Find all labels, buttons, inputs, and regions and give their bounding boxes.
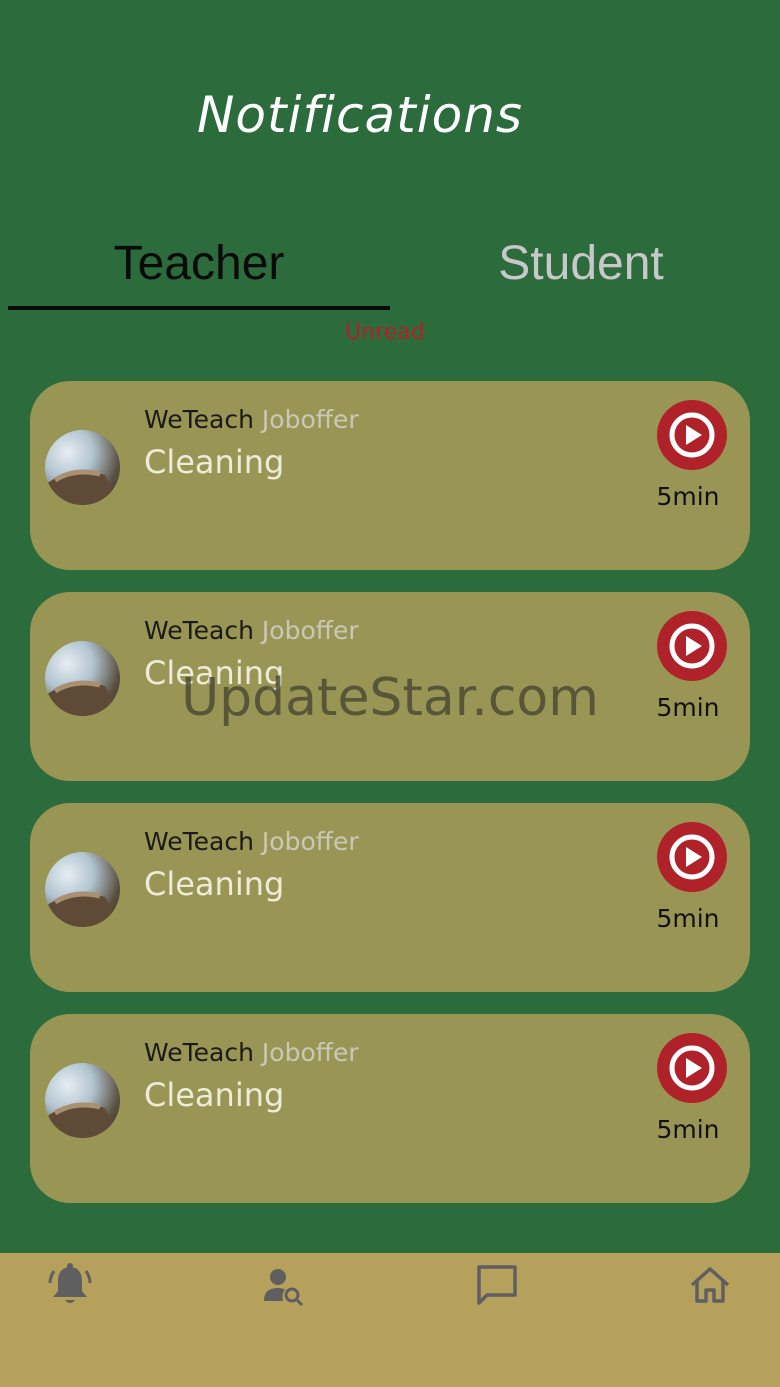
notification-time: 5min bbox=[656, 1115, 720, 1144]
notification-type: Joboffer bbox=[261, 827, 359, 856]
avatar bbox=[45, 1063, 120, 1138]
page-title: Notifications bbox=[197, 86, 523, 144]
chat-icon[interactable] bbox=[469, 1259, 525, 1315]
notification-heading: WeTeach Joboffer bbox=[144, 1038, 359, 1067]
notification-type: Joboffer bbox=[261, 405, 359, 434]
notification-sender: WeTeach bbox=[144, 616, 254, 645]
play-circle-icon[interactable] bbox=[657, 611, 727, 681]
unread-filter[interactable]: Unread bbox=[345, 320, 425, 345]
person-search-icon[interactable] bbox=[256, 1259, 312, 1315]
notification-sender: WeTeach bbox=[144, 1038, 254, 1067]
notification-type: Joboffer bbox=[261, 616, 359, 645]
notification-heading: WeTeach Joboffer bbox=[144, 405, 359, 434]
notification-subject: Cleaning bbox=[144, 443, 285, 481]
notification-subject: Cleaning bbox=[144, 865, 285, 903]
avatar bbox=[45, 430, 120, 505]
notification-heading: WeTeach Joboffer bbox=[144, 827, 359, 856]
notification-sender: WeTeach bbox=[144, 405, 254, 434]
notification-subject: Cleaning bbox=[144, 654, 285, 692]
play-circle-icon[interactable] bbox=[657, 400, 727, 470]
tab-teacher[interactable]: Teacher bbox=[8, 228, 390, 310]
notification-time: 5min bbox=[656, 693, 720, 722]
play-circle-icon[interactable] bbox=[657, 822, 727, 892]
tab-bar: Teacher Student bbox=[8, 228, 772, 310]
avatar bbox=[45, 852, 120, 927]
notification-time: 5min bbox=[656, 904, 720, 933]
notification-subject: Cleaning bbox=[144, 1076, 285, 1114]
notification-heading: WeTeach Joboffer bbox=[144, 616, 359, 645]
tab-student[interactable]: Student bbox=[390, 228, 772, 310]
notification-card[interactable]: WeTeach Joboffer Cleaning 5min bbox=[30, 592, 750, 781]
bell-icon[interactable] bbox=[42, 1259, 98, 1315]
notification-time: 5min bbox=[656, 482, 720, 511]
play-circle-icon[interactable] bbox=[657, 1033, 727, 1103]
notification-card[interactable]: WeTeach Joboffer Cleaning 5min bbox=[30, 803, 750, 992]
notification-type: Joboffer bbox=[261, 1038, 359, 1067]
notification-sender: WeTeach bbox=[144, 827, 254, 856]
avatar bbox=[45, 641, 120, 716]
home-icon[interactable] bbox=[682, 1259, 738, 1315]
notification-card[interactable]: WeTeach Joboffer Cleaning 5min bbox=[30, 381, 750, 570]
bottom-nav bbox=[0, 1253, 780, 1387]
notification-card[interactable]: WeTeach Joboffer Cleaning 5min bbox=[30, 1014, 750, 1203]
